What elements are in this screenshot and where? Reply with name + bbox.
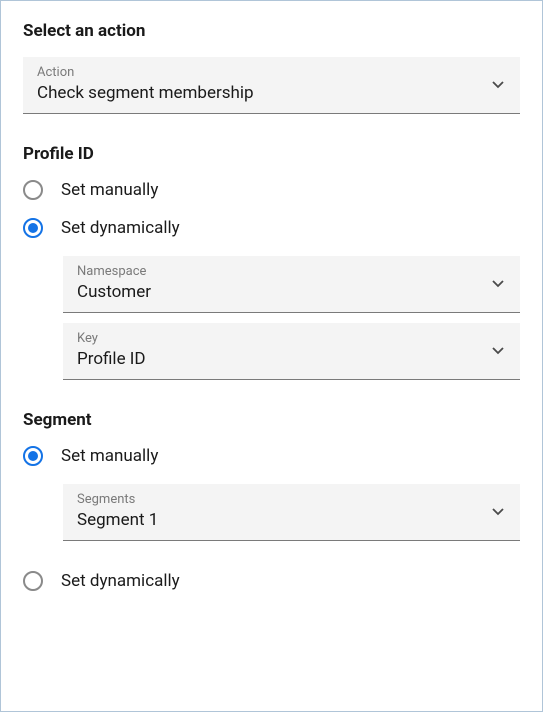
segment-radio-manual-label: Set manually [61,446,158,466]
key-select-value: Profile ID [77,349,146,369]
chevron-down-icon [492,81,504,89]
chevron-down-icon [492,280,504,288]
segments-select-label: Segments [77,492,506,507]
action-section: Select an action Action Check segment me… [23,21,520,114]
segment-radio-manual[interactable]: Set manually [23,446,520,466]
radio-icon-selected [23,446,43,466]
namespace-select[interactable]: Namespace Customer [63,256,520,313]
key-select[interactable]: Key Profile ID [63,323,520,380]
profile-section-title: Profile ID [23,144,520,164]
segment-section-title: Segment [23,410,520,430]
key-select-label: Key [77,331,506,346]
profile-radio-dynamic-label: Set dynamically [61,218,180,238]
action-section-title: Select an action [23,21,520,41]
segment-section: Segment Set manually Segments Segment 1 … [23,410,520,591]
action-select[interactable]: Action Check segment membership [23,57,520,114]
action-select-value: Check segment membership [37,83,254,103]
action-select-label: Action [37,65,506,80]
profile-radio-manual-label: Set manually [61,180,158,200]
radio-icon-selected [23,218,43,238]
segments-select[interactable]: Segments Segment 1 [63,484,520,541]
namespace-select-value: Customer [77,282,151,302]
profile-radio-manual[interactable]: Set manually [23,180,520,200]
radio-icon [23,180,43,200]
config-panel: Select an action Action Check segment me… [0,0,543,712]
chevron-down-icon [492,508,504,516]
segments-select-value: Segment 1 [77,510,158,530]
profile-radio-dynamic[interactable]: Set dynamically [23,218,520,238]
segment-radio-dynamic[interactable]: Set dynamically [23,571,520,591]
segment-radio-dynamic-label: Set dynamically [61,571,180,591]
profile-section: Profile ID Set manually Set dynamically … [23,144,520,380]
namespace-select-label: Namespace [77,264,506,279]
chevron-down-icon [492,347,504,355]
radio-icon [23,571,43,591]
